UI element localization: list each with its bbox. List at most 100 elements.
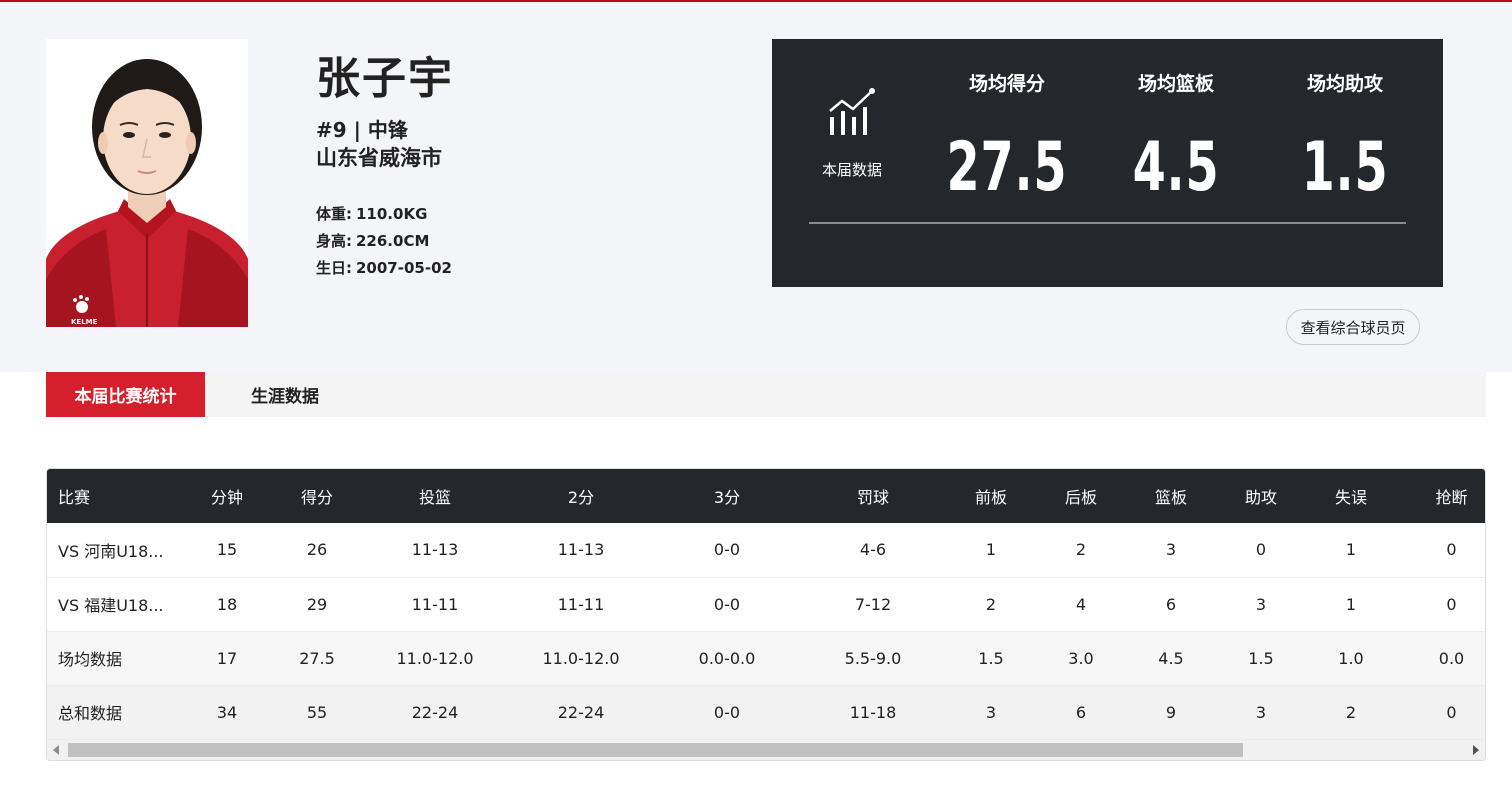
table-cell: 0 [1396,685,1485,740]
column-header: 得分 [300,488,333,507]
game-opponent-cell[interactable]: VS 河南U18... [47,523,182,578]
table-cell: 场均数据 [47,631,182,686]
table-cell: 6 [1126,577,1216,632]
column-header: 投篮 [418,488,451,507]
table-cell: 0 [1396,577,1485,632]
table-cell: 11-18 [800,685,946,740]
table-cell: 6 [1036,685,1126,740]
table-cell: 1 [946,523,1036,578]
attribute-value: 226.0CM [356,232,430,250]
scrollbar-thumb[interactable] [68,743,1243,757]
table-cell: 11.0-12.0 [362,631,508,686]
tab-current-season-stats[interactable]: 本届比赛统计 [46,372,205,417]
player-name: 张子宇 [316,53,454,104]
column-header: 分钟 [210,488,243,507]
table-cell: 3 [1216,577,1306,632]
table-cell: 18 [182,577,272,632]
table-cell: 5.5-9.0 [800,631,946,686]
table-cell: 22-24 [362,685,508,740]
season-stats-panel: 本届数据 场均得分 27.5 场均篮板 4.5 场均助攻 1.5 [772,39,1443,287]
stat-points: 场均得分 27.5 [927,69,1087,207]
attribute-value: 2007-05-02 [356,259,452,277]
stat-label: 场均得分 [968,73,1045,95]
table-cell: 22-24 [508,685,654,740]
attribute-label: 生日: [316,259,352,277]
table-cell: 2 [946,577,1036,632]
attribute-weight: 体重: 110.0KG [316,203,427,224]
attribute-birthday: 生日: 2007-05-02 [316,257,452,278]
table-cell: 11-13 [362,523,508,578]
column-header: 篮板 [1154,488,1187,507]
table-cell: 0.0 [1396,631,1485,686]
game-opponent-cell[interactable]: VS 福建U18... [47,577,182,632]
table-cell: 0.0-0.0 [654,631,800,686]
table-cell: 11.0-12.0 [508,631,654,686]
scroll-left-arrow-icon[interactable] [53,745,59,755]
table-cell: 11-11 [508,577,654,632]
column-header: 失误 [1334,488,1367,507]
table-cell: 4.5 [1126,631,1216,686]
table-cell: 27.5 [272,631,362,686]
player-origin: 山东省威海市 [316,146,442,170]
stat-label: 场均助攻 [1306,73,1383,95]
stat-assists: 场均助攻 1.5 [1265,69,1425,207]
stat-value: 27.5 [946,128,1068,207]
table-row-average: 场均数据 17 27.5 11.0-12.0 11.0-12.0 0.0-0.0… [47,631,1485,686]
table-cell: 0-0 [654,523,800,578]
attribute-height: 身高: 226.0CM [316,230,429,251]
table-cell: 11-13 [508,523,654,578]
column-header: 抢断 [1435,488,1468,507]
attribute-label: 体重: [316,205,352,223]
table-cell: 0-0 [654,577,800,632]
stats-tabs: 本届比赛统计 生涯数据 [46,372,1486,417]
table-cell: 3 [946,685,1036,740]
table-row: VS 福建U18... 18 29 11-11 11-11 0-0 7-12 2… [47,577,1485,632]
table-cell: 4 [1036,577,1126,632]
column-header: 罚球 [856,488,889,507]
table-cell: 1 [1306,523,1396,578]
column-header: 比赛 [58,488,91,507]
table-cell: 7-12 [800,577,946,632]
stat-value: 1.5 [1301,128,1389,207]
stat-value: 4.5 [1132,128,1220,207]
column-header: 前板 [974,488,1007,507]
view-player-profile-button[interactable]: 查看综合球员页 [1286,309,1420,345]
column-header: 后板 [1064,488,1097,507]
table-cell: 15 [182,523,272,578]
table-cell: 3 [1216,685,1306,740]
chart-growth-icon [826,87,878,137]
stat-rebounds: 场均篮板 4.5 [1096,69,1256,207]
attribute-label: 身高: [316,232,352,250]
tab-career-stats[interactable]: 生涯数据 [205,372,365,417]
panel-divider [809,222,1406,224]
table-header-row: 比赛 分钟 得分 投篮 2分 3分 罚球 前板 后板 篮板 助攻 失误 抢断 [47,469,1485,523]
table-cell: 29 [272,577,362,632]
table-cell: 0 [1396,523,1485,578]
table-cell: 1 [1306,577,1396,632]
table-cell: 26 [272,523,362,578]
table-cell: 11-11 [362,577,508,632]
table-cell: 1.0 [1306,631,1396,686]
table-cell: 总和数据 [47,685,182,740]
table-cell: 0 [1216,523,1306,578]
table-cell: 9 [1126,685,1216,740]
player-hero: KELME 张子宇 #9 | 中锋 山东省威海市 体重: 110.0KG 身高: 2… [0,2,1512,372]
table-cell: 17 [182,631,272,686]
season-stats-label: 本届数据 [821,161,882,179]
table-cell: 2 [1036,523,1126,578]
player-number-position: #9 | 中锋 [316,118,408,142]
table-cell: 55 [272,685,362,740]
scroll-right-arrow-icon[interactable] [1473,745,1479,755]
column-header: 3分 [713,488,741,507]
table-cell: 2 [1306,685,1396,740]
table-cell: 0-0 [654,685,800,740]
table-cell: 1.5 [1216,631,1306,686]
table-cell: 3.0 [1036,631,1126,686]
attribute-value: 110.0KG [356,205,428,223]
column-header: 2分 [567,488,595,507]
table-row: VS 河南U18... 15 26 11-13 11-13 0-0 4-6 1 … [47,523,1485,578]
table-cell: 34 [182,685,272,740]
horizontal-scrollbar[interactable] [47,740,1485,760]
table-cell: 1.5 [946,631,1036,686]
player-photo: KELME [46,39,248,327]
